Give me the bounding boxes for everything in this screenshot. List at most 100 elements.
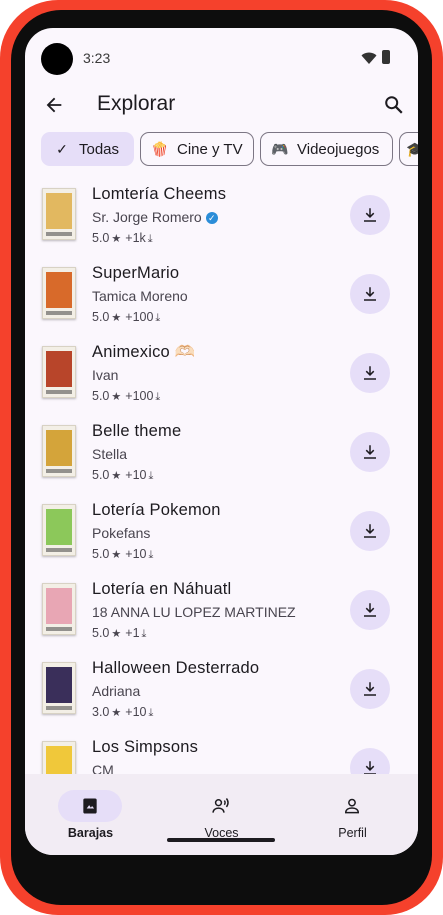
deck-name: Lotería Pokemon xyxy=(92,501,221,519)
deck-author: Adriana xyxy=(92,683,141,699)
cards-icon xyxy=(83,798,97,814)
gamepad-icon: 🎮 xyxy=(271,140,289,157)
deck-caption xyxy=(46,627,72,631)
download-icon xyxy=(364,603,376,617)
person-icon xyxy=(344,798,360,814)
graduation-cap-icon: 🎓 xyxy=(406,140,418,157)
popcorn-icon: 🍿 xyxy=(151,140,169,157)
deck-thumbnail xyxy=(42,346,76,398)
page-title: Explorar xyxy=(97,92,176,115)
download-small-icon: ⤓ xyxy=(155,312,161,324)
download-icon xyxy=(364,524,376,538)
list-item[interactable]: SuperMario Tamica Moreno 5.0 ★ +100 ⤓ xyxy=(25,257,418,336)
download-button[interactable] xyxy=(350,432,390,472)
download-small-icon: ⤓ xyxy=(141,628,147,640)
deck-art xyxy=(46,509,72,545)
search-icon[interactable] xyxy=(383,94,405,116)
download-icon xyxy=(364,287,376,301)
check-icon: ✓ xyxy=(56,140,68,157)
star-icon: ★ xyxy=(111,391,122,403)
list-item[interactable]: Animexico 🫶🏻 Ivan 5.0 ★ +100 ⤓ xyxy=(25,336,418,415)
list-item[interactable]: Lotería en Náhuatl 18 ANNA LU LOPEZ MART… xyxy=(25,573,418,652)
chip-label: Cine y TV xyxy=(177,140,243,158)
deck-author: Tamica Moreno xyxy=(92,288,188,304)
deck-stats: 5.0 ★ +1 ⤓ xyxy=(92,626,147,640)
deck-stats: 5.0 ★ +100 ⤓ xyxy=(92,389,161,403)
deck-thumbnail xyxy=(42,504,76,556)
deck-stats: 5.0 ★ +10 ⤓ xyxy=(92,468,154,482)
verified-icon: ✓ xyxy=(205,212,218,225)
deck-stats: 5.0 ★ +100 ⤓ xyxy=(92,310,161,324)
deck-art xyxy=(46,667,72,703)
deck-name: Animexico 🫶🏻 xyxy=(92,343,196,361)
deck-stats: 3.0 ★ +10 ⤓ xyxy=(92,705,154,719)
download-button[interactable] xyxy=(350,511,390,551)
deck-author: 18 ANNA LU LOPEZ MARTINEZ xyxy=(92,604,296,620)
download-button[interactable] xyxy=(350,353,390,393)
deck-author: Stella xyxy=(92,446,128,462)
deck-art xyxy=(46,430,72,466)
deck-name: SuperMario xyxy=(92,264,180,282)
deck-stats: 5.0 ★ +1k ⤓ xyxy=(92,231,153,245)
chip-label: Todas xyxy=(79,140,120,158)
nav-item-barajas[interactable]: Barajas xyxy=(25,774,156,855)
nav-label: Perfil xyxy=(338,826,367,840)
list-item[interactable]: Lotería Pokemon Pokefans 5.0 ★ +10 ⤓ xyxy=(25,494,418,573)
wifi-icon xyxy=(361,52,377,64)
deck-art xyxy=(46,351,72,387)
deck-caption xyxy=(46,232,72,236)
download-button[interactable] xyxy=(350,590,390,630)
download-small-icon: ⤓ xyxy=(155,391,161,403)
download-button[interactable] xyxy=(350,669,390,709)
deck-author: Ivan xyxy=(92,367,119,383)
nav-item-voces[interactable]: Voces xyxy=(156,774,287,855)
deck-caption xyxy=(46,390,72,394)
download-icon xyxy=(364,682,376,696)
download-small-icon: ⤓ xyxy=(148,470,154,482)
voice-icon xyxy=(212,798,229,813)
deck-caption xyxy=(46,469,72,473)
deck-thumbnail xyxy=(42,188,76,240)
deck-name: Lomtería Cheems xyxy=(92,185,227,203)
back-arrow-icon[interactable] xyxy=(43,94,65,116)
nav-item-perfil[interactable]: Perfil xyxy=(287,774,418,855)
chip-cine-tv[interactable]: 🍿 Cine y TV xyxy=(140,132,254,166)
deck-art xyxy=(46,193,72,229)
chip-videojuegos[interactable]: 🎮 Videojuegos xyxy=(260,132,393,166)
bottom-navigation: Barajas Voces Perfil xyxy=(25,774,418,855)
battery-icon xyxy=(382,50,390,64)
star-icon: ★ xyxy=(111,549,122,561)
chip-label: Videojuegos xyxy=(297,140,380,158)
list-item[interactable]: Halloween Desterrado Adriana 3.0 ★ +10 ⤓ xyxy=(25,652,418,731)
chip-todas[interactable]: ✓ Todas xyxy=(41,132,134,166)
deck-stats: 5.0 ★ +10 ⤓ xyxy=(92,547,154,561)
deck-thumbnail xyxy=(42,425,76,477)
camera-cutout xyxy=(41,43,73,75)
status-time: 3:23 xyxy=(83,50,111,66)
deck-caption xyxy=(46,706,72,710)
list-item[interactable]: Lomtería Cheems Sr. Jorge Romero ✓ 5.0 ★ +1… xyxy=(25,178,418,257)
download-button[interactable] xyxy=(350,195,390,235)
deck-art xyxy=(46,588,72,624)
star-icon: ★ xyxy=(111,707,122,719)
download-icon xyxy=(364,445,376,459)
chip-education[interactable]: 🎓 xyxy=(399,132,418,166)
star-icon: ★ xyxy=(111,233,122,245)
deck-thumbnail xyxy=(42,267,76,319)
deck-caption xyxy=(46,548,72,552)
deck-author: Sr. Jorge Romero ✓ xyxy=(92,209,218,225)
download-small-icon: ⤓ xyxy=(147,233,153,245)
home-indicator[interactable] xyxy=(167,838,275,842)
download-button[interactable] xyxy=(350,274,390,314)
deck-name: Lotería en Náhuatl xyxy=(92,580,232,598)
app-screen: 3:23 Explorar ✓ Todas 🍿 Cine y TV 🎮 Vide… xyxy=(25,28,418,855)
deck-name: Los Simpsons xyxy=(92,738,199,756)
download-icon xyxy=(364,366,376,380)
deck-thumbnail xyxy=(42,662,76,714)
list-item[interactable]: Belle theme Stella 5.0 ★ +10 ⤓ xyxy=(25,415,418,494)
status-bar: 3:23 xyxy=(25,28,418,88)
deck-art xyxy=(46,272,72,308)
download-small-icon: ⤓ xyxy=(148,549,154,561)
star-icon: ★ xyxy=(111,470,122,482)
star-icon: ★ xyxy=(111,312,122,324)
